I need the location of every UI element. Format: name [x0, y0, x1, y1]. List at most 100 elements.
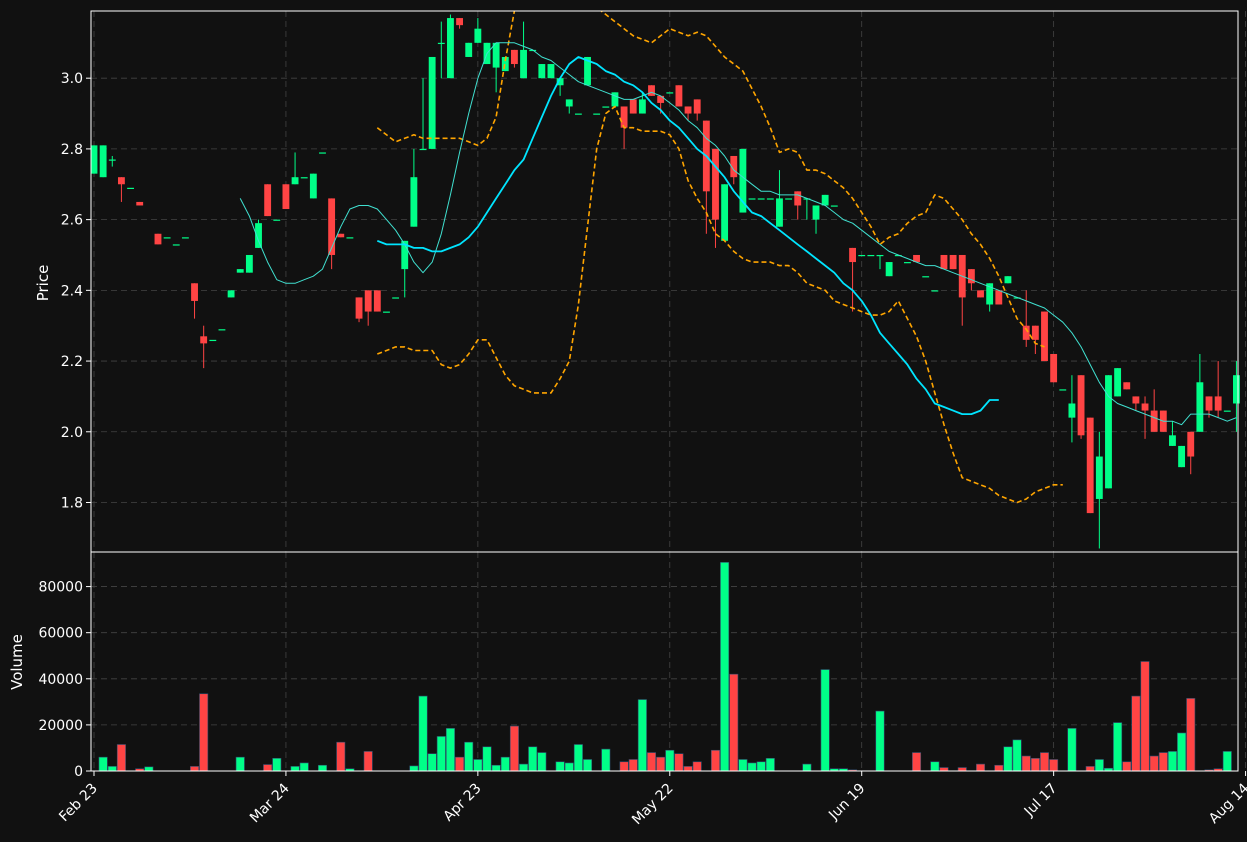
volume-bar [738, 759, 748, 772]
volume-bar [756, 761, 766, 772]
candle [849, 247, 857, 312]
candle [1233, 361, 1240, 432]
candle [1214, 361, 1222, 418]
volume-bar [1094, 759, 1104, 772]
candle [547, 64, 555, 79]
volume-bar [1222, 751, 1232, 772]
candle-body [273, 219, 281, 221]
candle-body [163, 237, 171, 239]
candle-body [721, 184, 729, 241]
volume-bar [1012, 739, 1022, 772]
volume-bar [464, 741, 474, 772]
volume-bar [336, 741, 346, 772]
candle-body [319, 152, 326, 154]
candle-body [309, 173, 317, 199]
candle [200, 325, 208, 369]
candle-body [337, 233, 345, 238]
candle [1178, 445, 1186, 468]
candle [1223, 410, 1231, 412]
candle [364, 290, 372, 326]
volume-bar [1149, 755, 1159, 772]
volume-tick-label: 40000 [38, 672, 83, 688]
candle [383, 311, 390, 313]
candle [556, 78, 564, 96]
volume-bar [1085, 766, 1095, 772]
x-tick-label: Jun 19 [825, 781, 868, 824]
candle [474, 18, 482, 43]
volume-tick-label: 80000 [38, 580, 83, 596]
volume-bar [1131, 695, 1141, 772]
candle [300, 177, 308, 179]
candle-body [903, 262, 911, 264]
volume-bars [98, 562, 1232, 772]
candle [1068, 375, 1076, 443]
candle-body [383, 311, 390, 313]
volume-bar [1167, 751, 1177, 772]
candle [1123, 382, 1131, 390]
candle [675, 85, 683, 107]
candle-body [520, 49, 527, 79]
candle-body [465, 42, 473, 57]
volume-bar [107, 766, 117, 772]
candle-body [712, 148, 719, 220]
volume-bar [601, 748, 611, 772]
volume-bar [747, 762, 757, 772]
candle-body [474, 28, 482, 43]
candle-body [876, 254, 884, 257]
candle [419, 78, 427, 151]
candle [428, 56, 436, 149]
candle-body [940, 254, 948, 270]
volume-bar [299, 762, 309, 772]
volume-bar [445, 728, 455, 772]
candle [757, 198, 765, 200]
candle [236, 269, 244, 273]
candle-body [794, 191, 802, 206]
candle [437, 21, 445, 79]
candle [574, 113, 582, 115]
volume-tick-label: 0 [74, 764, 83, 780]
candle-body [1205, 396, 1213, 411]
candle-body [117, 177, 125, 185]
candle-body [785, 198, 793, 200]
candle-body [867, 254, 875, 257]
volume-tick-label: 20000 [38, 718, 83, 734]
price-gridlines [91, 11, 1246, 552]
candle-body [1022, 325, 1030, 340]
candle-body [492, 42, 500, 68]
candle-body [1187, 431, 1195, 457]
candle-body [574, 113, 582, 115]
volume-y-axis-ticks: 0 20000 40000 60000 80000 [38, 580, 91, 780]
candle [748, 198, 756, 200]
candle [492, 42, 500, 93]
candle-body [428, 56, 436, 149]
candle-body [282, 184, 290, 210]
candle-body [1178, 445, 1186, 468]
candle [785, 198, 793, 200]
candle [1150, 389, 1158, 432]
candle [629, 99, 637, 114]
candle-body [245, 254, 253, 273]
candle [602, 106, 610, 108]
candle [931, 290, 939, 292]
candle [447, 14, 454, 79]
candle-body [447, 18, 454, 79]
volume-bar [144, 766, 154, 772]
volume-bar [436, 736, 446, 772]
candle [218, 329, 226, 331]
candle-body [191, 283, 198, 301]
candle [903, 262, 911, 264]
volume-bar [263, 764, 273, 772]
x-tick-label: Jul 17 [1021, 781, 1061, 821]
candle-body [821, 194, 829, 206]
volume-bar [656, 756, 666, 772]
candle [977, 290, 984, 298]
candle-body [629, 99, 637, 114]
candle-body [1086, 417, 1094, 514]
candle [593, 113, 601, 115]
candle-body [858, 254, 866, 257]
volume-bar [1158, 752, 1168, 772]
price-axis-label: Price [34, 265, 52, 302]
candle-body [977, 290, 984, 298]
candle-body [373, 290, 381, 312]
volume-bar [583, 759, 593, 772]
